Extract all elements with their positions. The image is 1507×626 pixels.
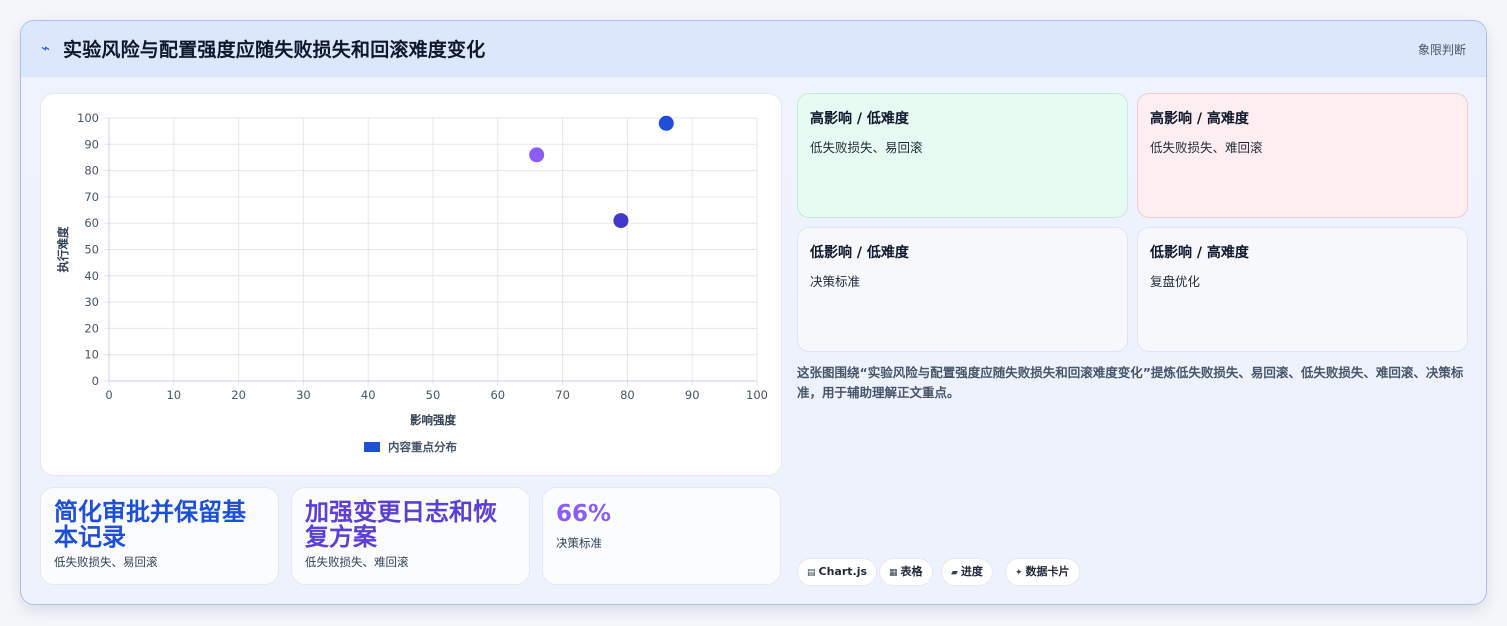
- stat-headline: 加强变更日志和恢复方案: [305, 498, 497, 551]
- quadrant-title: 低影响 / 低难度: [810, 245, 909, 261]
- category-tag: 象限判断: [1417, 43, 1466, 57]
- stat-caption: 决策标准: [556, 536, 602, 550]
- y-tick-label: 90: [84, 137, 99, 151]
- y-tick-label: 80: [84, 164, 99, 178]
- chart-description: 这张图围绕“实验风险与配置强度应随失败损失和回滚难度变化”提炼低失败损失、易回滚…: [797, 365, 1464, 400]
- x-tick-label: 0: [105, 388, 112, 402]
- progress-icon: ▰: [951, 568, 958, 578]
- card-title: 实验风险与配置强度应随失败损失和回滚难度变化: [63, 39, 486, 61]
- chip-label: 数据卡片: [1025, 565, 1070, 578]
- x-tick-label: 100: [746, 388, 768, 402]
- quadrant-high-impact-low-difficulty: 高影响 / 低难度 低失败损失、易回滚: [797, 93, 1128, 218]
- data-point: [529, 147, 545, 163]
- x-tick-label: 60: [490, 388, 505, 402]
- y-tick-label: 50: [84, 243, 99, 257]
- y-tick-label: 100: [77, 111, 99, 125]
- stat-card: 66% 决策标准: [542, 487, 781, 585]
- quadrant-low-impact-low-difficulty: 低影响 / 低难度 决策标准: [797, 227, 1128, 352]
- chip-data-card[interactable]: ✦ 数据卡片: [1005, 558, 1080, 586]
- stat-percentage: 66%: [556, 501, 612, 527]
- quadrant-desc: 复盘优化: [1150, 274, 1201, 289]
- quadrant-title: 低影响 / 高难度: [1150, 245, 1249, 261]
- legend-swatch: [364, 442, 380, 452]
- x-axis-title: 影响强度: [410, 413, 456, 427]
- quadrant-desc: 决策标准: [810, 274, 861, 289]
- y-tick-label: 70: [84, 190, 99, 204]
- stat-caption: 低失败损失、难回滚: [305, 555, 409, 569]
- x-tick-label: 50: [426, 388, 441, 402]
- y-tick-label: 0: [92, 374, 99, 388]
- stat-headline: 简化审批并保留基本记录: [54, 498, 246, 551]
- stat-caption: 低失败损失、易回滚: [54, 555, 158, 569]
- chart-icon: ▤: [807, 568, 816, 578]
- card-header: ⌁ 实验风险与配置强度应随失败损失和回滚难度变化 象限判断: [21, 21, 1486, 77]
- quadrant-low-impact-high-difficulty: 低影响 / 高难度 复盘优化: [1137, 227, 1468, 352]
- quadrant-title: 高影响 / 低难度: [810, 111, 909, 127]
- x-tick-label: 70: [555, 388, 570, 402]
- y-tick-label: 30: [84, 295, 99, 309]
- y-tick-label: 20: [84, 321, 99, 335]
- chip-progress[interactable]: ▰ 进度: [941, 558, 993, 586]
- data-point: [658, 115, 674, 131]
- quadrant-desc: 低失败损失、难回滚: [1150, 140, 1263, 155]
- x-tick-label: 80: [620, 388, 635, 402]
- x-tick-label: 90: [685, 388, 700, 402]
- quadrant-high-impact-high-difficulty: 高影响 / 高难度 低失败损失、难回滚: [1137, 93, 1468, 218]
- scatter-chart: 0 10 20 30 40 50 60 70 80 90 100 0 10 20 30 40 50 60 70 80 9…: [56, 111, 768, 454]
- legend-label: 内容重点分布: [388, 440, 457, 454]
- insight-card: ⌁ 实验风险与配置强度应随失败损失和回滚难度变化 象限判断 0 10 20 30 40 5…: [20, 20, 1487, 605]
- lightning-icon: ⌁: [41, 39, 51, 57]
- y-tick-label: 60: [84, 216, 99, 230]
- x-tick-label: 40: [361, 388, 376, 402]
- scatter-chart-panel: 0 10 20 30 40 50 60 70 80 90 100 0 10 20 30 40 50 60 70 80 9…: [40, 93, 782, 476]
- x-tick-label: 10: [166, 388, 181, 402]
- chip-label: Chart.js: [818, 565, 868, 578]
- chip-label: 表格: [900, 565, 923, 578]
- y-axis-title: 执行难度: [56, 226, 70, 272]
- x-tick-label: 30: [296, 388, 311, 402]
- data-point: [613, 213, 629, 229]
- quadrant-desc: 低失败损失、易回滚: [810, 140, 923, 155]
- table-icon: ▦: [889, 568, 898, 578]
- y-tick-label: 10: [84, 348, 99, 362]
- stat-card: 加强变更日志和恢复方案 低失败损失、难回滚: [291, 487, 530, 585]
- chip-label: 进度: [960, 565, 983, 578]
- stat-card: 简化审批并保留基本记录 低失败损失、易回滚: [40, 487, 279, 585]
- chip-table[interactable]: ▦ 表格: [879, 558, 933, 586]
- y-tick-label: 40: [84, 269, 99, 283]
- chip-chartjs[interactable]: ▤ Chart.js: [797, 558, 878, 586]
- x-tick-label: 20: [231, 388, 246, 402]
- sparkle-icon: ✦: [1015, 568, 1023, 578]
- quadrant-title: 高影响 / 高难度: [1150, 111, 1249, 127]
